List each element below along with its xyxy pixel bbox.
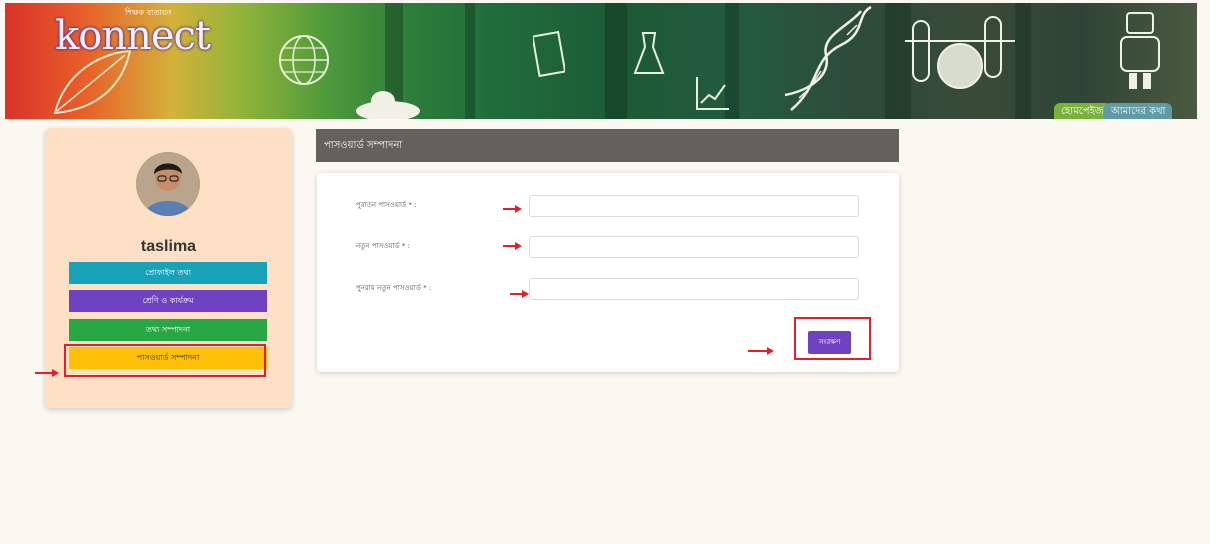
confirm-password-input[interactable] [529, 278, 859, 300]
avatar-image [136, 152, 200, 216]
old-password-label: পুরাতন পাসওয়ার্ড * : [356, 201, 417, 209]
cloud-icon [356, 91, 420, 119]
class-activities-button[interactable]: শ্রেণি ও কার্যক্রম [69, 290, 267, 312]
annotation-arrow [503, 205, 522, 213]
line-chart-icon [696, 77, 729, 110]
header-banner: শিক্ষক বাতায়ন konnect হোমপেইজ আমাদের কথ… [5, 3, 1197, 119]
annotation-arrow [748, 347, 774, 355]
username: taslima [140, 238, 197, 255]
flask-icon [633, 32, 665, 74]
dna-icon [784, 5, 872, 111]
annotation-arrow [35, 369, 59, 377]
annotation-highlight-box [64, 344, 266, 377]
annotation-arrow [510, 290, 529, 298]
page-title: পাসওয়ার্ড সম্পাদনা [316, 129, 899, 162]
avatar [136, 152, 200, 216]
edit-info-button[interactable]: তথ্য সম্পাদনা [69, 319, 267, 341]
annotation-arrow [503, 242, 522, 250]
robot-icon [1120, 12, 1160, 89]
logo-tagline: শিক্ষক বাতায়ন [125, 8, 172, 17]
new-password-label: নতুন পাসওয়ার্ড * : [356, 242, 411, 250]
confirm-password-label: পুনরায় নতুন পাসওয়ার্ড * : [356, 284, 432, 292]
nav-about-button[interactable]: আমাদের কথা [1104, 103, 1173, 119]
logo[interactable]: শিক্ষক বাতায়ন konnect [55, 8, 211, 59]
test-tubes-icon [905, 16, 1015, 89]
profile-info-button[interactable]: প্রোফাইল তথ্য [69, 262, 267, 284]
new-password-input[interactable] [529, 236, 859, 258]
old-password-input[interactable] [529, 195, 859, 217]
book-icon [533, 31, 565, 78]
globe-icon [279, 35, 329, 85]
annotation-highlight-box [794, 317, 871, 360]
nav-home-button[interactable]: হোমপেইজ [1054, 103, 1111, 119]
